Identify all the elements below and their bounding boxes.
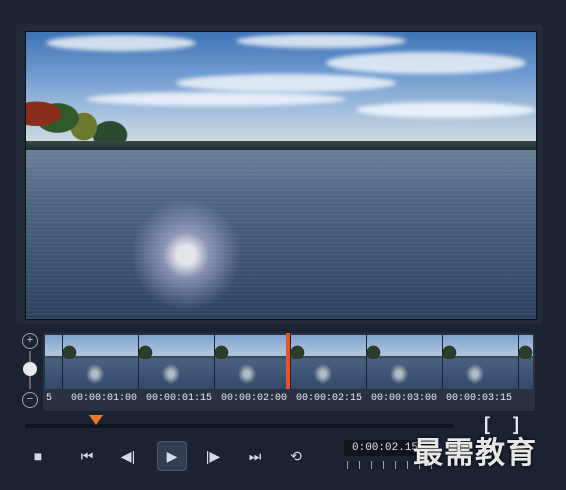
repeat-icon[interactable]: ⟲	[283, 443, 309, 469]
thumbnail-frame	[63, 335, 139, 389]
tick-label: 00:00:01:15	[146, 393, 213, 404]
previous-frame-icon[interactable]: ◀|	[115, 443, 141, 469]
thumbnail-frame	[519, 335, 533, 389]
preview-shoreline	[26, 141, 536, 150]
go-to-start-icon[interactable]: ⏮	[74, 443, 100, 469]
preview-water	[26, 150, 536, 319]
tick-label: 00:00:03:00	[371, 393, 438, 404]
tick-label: 00:00:02:00	[221, 393, 288, 404]
thumbnail-frame	[45, 335, 63, 389]
video-preview[interactable]	[25, 31, 537, 320]
timeline[interactable]: 5 00:00:01:00 00:00:01:15 00:00:02:00 00…	[43, 333, 535, 411]
watermark-text: 最需教育	[413, 436, 537, 471]
thumbnail-frame	[215, 335, 291, 389]
scrub-handle[interactable]	[89, 415, 103, 425]
preview-trees	[26, 67, 131, 152]
thumbnail-frame	[139, 335, 215, 389]
tick-label: 00:00:03:15	[446, 393, 513, 404]
play-icon[interactable]: ▶	[157, 441, 187, 471]
tick-label: 00:00:02:15	[296, 393, 363, 404]
tick-label: 00:00:01:00	[71, 393, 138, 404]
thumbnail-frame	[291, 335, 367, 389]
stop-icon[interactable]: ■	[25, 443, 51, 469]
next-frame-icon[interactable]: |▶	[200, 443, 226, 469]
zoom-in-icon[interactable]: +	[22, 333, 38, 349]
timeline-playhead[interactable]	[286, 333, 290, 389]
timeline-ruler: 5 00:00:01:00 00:00:01:15 00:00:02:00 00…	[43, 391, 535, 409]
thumbnail-frame	[443, 335, 519, 389]
zoom-out-icon[interactable]: −	[22, 392, 38, 408]
zoom-slider-knob[interactable]	[23, 362, 37, 376]
go-to-end-icon[interactable]: ⏭	[242, 443, 268, 469]
preview-sparkle	[121, 190, 251, 319]
thumbnail-frame	[367, 335, 443, 389]
tick-label: 5	[46, 393, 53, 404]
